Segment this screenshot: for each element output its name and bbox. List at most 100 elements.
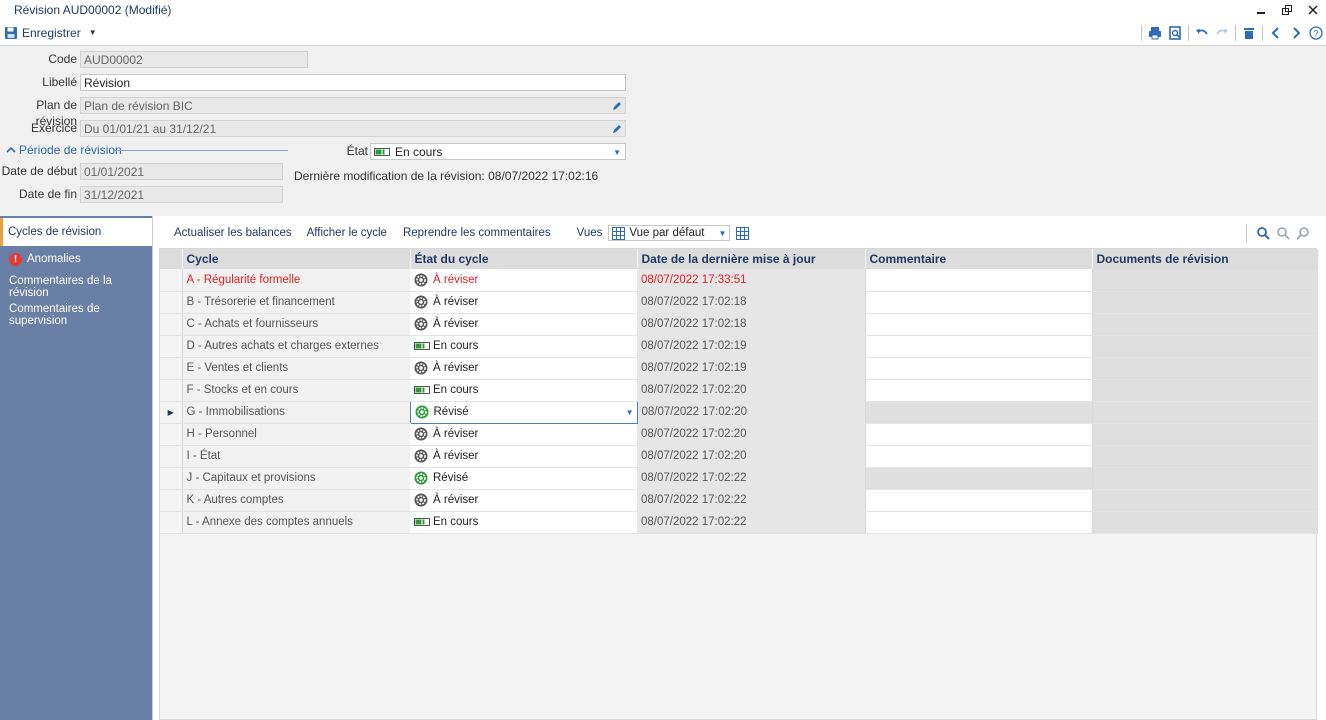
- commentaire-cell[interactable]: [864, 467, 1092, 490]
- previous-icon[interactable]: [1266, 22, 1286, 44]
- print-icon[interactable]: [1145, 22, 1165, 44]
- documents-cell[interactable]: [1091, 423, 1318, 446]
- sidebar-item-cycles[interactable]: Cycles de révision: [0, 218, 152, 246]
- commentaire-cell[interactable]: [864, 511, 1092, 534]
- etat-cell[interactable]: En cours: [410, 379, 637, 402]
- date-cell[interactable]: 08/07/2022 17:02:20: [637, 445, 865, 468]
- cycle-cell[interactable]: F - Stocks et en cours: [182, 379, 410, 402]
- column-header-date[interactable]: Date de la dernière mise à jour: [637, 249, 866, 269]
- column-header-commentaire[interactable]: Commentaire: [865, 249, 1093, 269]
- date-cell[interactable]: 08/07/2022 17:02:20: [637, 423, 865, 446]
- cycle-cell[interactable]: L - Annexe des comptes annuels: [182, 511, 410, 534]
- reprendre-commentaires-button[interactable]: Reprendre les commentaires: [403, 227, 551, 239]
- restore-icon[interactable]: [1274, 0, 1300, 20]
- documents-cell[interactable]: [1091, 357, 1318, 380]
- chevron-down-icon[interactable]: ▼: [626, 408, 634, 417]
- configure-view-icon[interactable]: [736, 226, 750, 240]
- etat-cell[interactable]: Révisé: [410, 467, 637, 490]
- row-indicator[interactable]: [160, 445, 183, 468]
- documents-cell[interactable]: [1091, 335, 1318, 358]
- pencil-icon[interactable]: [611, 100, 623, 112]
- table-row[interactable]: K - Autres comptes À réviser 08/07/2022 17…: [160, 489, 1318, 512]
- undo-icon[interactable]: [1192, 22, 1212, 44]
- etat-cell[interactable]: À réviser: [410, 445, 637, 468]
- delete-icon[interactable]: [1239, 22, 1259, 44]
- row-indicator[interactable]: [160, 467, 183, 490]
- date-cell[interactable]: 08/07/2022 17:02:22: [637, 489, 865, 512]
- row-indicator[interactable]: [160, 379, 183, 402]
- commentaire-cell[interactable]: [864, 357, 1092, 380]
- table-row[interactable]: C - Achats et fournisseurs À réviser 08/07…: [160, 313, 1318, 336]
- etat-cell[interactable]: Révisé ▼: [409, 400, 638, 424]
- cycle-cell[interactable]: B - Trésorerie et financement: [182, 291, 410, 314]
- row-indicator[interactable]: [160, 489, 183, 512]
- cycle-cell[interactable]: I - État: [182, 445, 410, 468]
- documents-cell[interactable]: [1091, 489, 1318, 512]
- etat-cell[interactable]: À réviser: [410, 269, 637, 292]
- commentaire-cell[interactable]: [864, 423, 1092, 446]
- commentaire-cell[interactable]: [864, 401, 1092, 424]
- column-header-cycle[interactable]: Cycle: [182, 249, 411, 269]
- table-row[interactable]: H - Personnel À réviser 08/07/2022 17:02:2…: [160, 423, 1318, 446]
- documents-cell[interactable]: [1091, 379, 1318, 402]
- date-cell[interactable]: 08/07/2022 17:02:18: [637, 291, 865, 314]
- save-dropdown-icon[interactable]: ▼: [89, 28, 97, 37]
- documents-cell[interactable]: [1091, 269, 1318, 292]
- etat-cell[interactable]: À réviser: [410, 489, 637, 512]
- row-indicator[interactable]: [160, 335, 183, 358]
- column-header-etat[interactable]: État du cycle: [410, 249, 638, 269]
- afficher-cycle-button[interactable]: Afficher le cycle: [307, 227, 387, 239]
- commentaire-cell[interactable]: [864, 379, 1092, 402]
- date-cell[interactable]: 08/07/2022 17:02:20: [637, 379, 865, 402]
- next-icon[interactable]: [1286, 22, 1306, 44]
- date-cell[interactable]: 08/07/2022 17:02:18: [637, 313, 865, 336]
- sidebar-item-commentaires-revision[interactable]: Commentaires de la révision: [0, 273, 152, 301]
- table-row[interactable]: F - Stocks et en cours En cours 08/07/2022…: [160, 379, 1318, 402]
- print-preview-icon[interactable]: [1165, 22, 1185, 44]
- cycle-cell[interactable]: H - Personnel: [182, 423, 410, 446]
- date-cell[interactable]: 08/07/2022 17:02:22: [637, 467, 865, 490]
- etat-cell[interactable]: À réviser: [410, 313, 637, 336]
- commentaire-cell[interactable]: [864, 335, 1092, 358]
- date-cell[interactable]: 08/07/2022 17:02:19: [637, 335, 865, 358]
- documents-cell[interactable]: [1091, 401, 1318, 424]
- date-cell[interactable]: 08/07/2022 17:33:51: [637, 269, 865, 292]
- commentaire-cell[interactable]: [864, 313, 1092, 336]
- help-icon[interactable]: ?: [1306, 22, 1326, 44]
- date-cell[interactable]: 08/07/2022 17:02:20: [637, 401, 865, 424]
- commentaire-cell[interactable]: [864, 291, 1092, 314]
- documents-cell[interactable]: [1091, 511, 1318, 534]
- commentaire-cell[interactable]: [864, 269, 1092, 292]
- row-indicator[interactable]: [160, 291, 183, 314]
- vue-select[interactable]: Vue par défaut ▼: [608, 225, 731, 241]
- table-row[interactable]: J - Capitaux et provisions Révisé 08/07/20…: [160, 467, 1318, 490]
- row-indicator[interactable]: [160, 313, 183, 336]
- commentaire-cell[interactable]: [864, 489, 1092, 512]
- sidebar-item-anomalies[interactable]: ! Anomalies: [0, 245, 152, 273]
- row-indicator[interactable]: ▶: [160, 401, 183, 424]
- table-row[interactable]: A - Régularité formelle À réviser 08/07/20…: [160, 269, 1318, 292]
- search-next-icon[interactable]: [1293, 226, 1313, 240]
- etat-cell[interactable]: À réviser: [410, 291, 637, 314]
- date-cell[interactable]: 08/07/2022 17:02:19: [637, 357, 865, 380]
- cycle-cell[interactable]: A - Régularité formelle: [182, 269, 410, 292]
- etat-cell[interactable]: À réviser: [410, 423, 637, 446]
- table-row[interactable]: I - État À réviser 08/07/2022 17:02:20: [160, 445, 1318, 468]
- commentaire-cell[interactable]: [864, 445, 1092, 468]
- cycle-cell[interactable]: J - Capitaux et provisions: [182, 467, 410, 490]
- actualiser-balances-button[interactable]: Actualiser les balances: [174, 227, 292, 239]
- table-row[interactable]: E - Ventes et clients À réviser 08/07/2022…: [160, 357, 1318, 380]
- documents-cell[interactable]: [1091, 467, 1318, 490]
- pencil-icon[interactable]: [611, 123, 623, 135]
- documents-cell[interactable]: [1091, 291, 1318, 314]
- documents-cell[interactable]: [1091, 313, 1318, 336]
- row-indicator[interactable]: [160, 423, 183, 446]
- search-icon[interactable]: [1253, 226, 1273, 240]
- etat-cell[interactable]: En cours: [410, 335, 637, 358]
- cycle-cell[interactable]: E - Ventes et clients: [182, 357, 410, 380]
- minimize-icon[interactable]: [1248, 0, 1274, 20]
- save-button[interactable]: Enregistrer ▼: [4, 26, 97, 40]
- row-indicator[interactable]: [160, 357, 183, 380]
- table-row[interactable]: L - Annexe des comptes annuels En cours 08…: [160, 511, 1318, 534]
- libelle-field[interactable]: Révision: [80, 74, 626, 91]
